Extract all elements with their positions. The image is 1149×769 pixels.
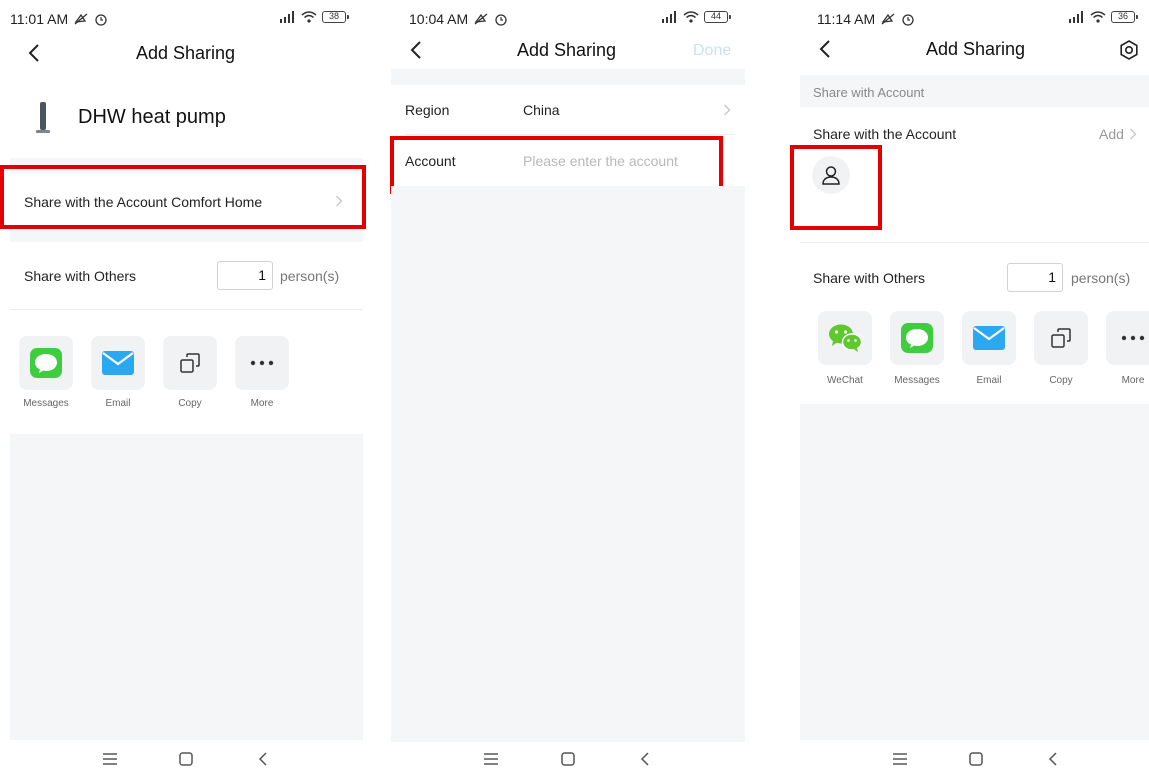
signal-icon <box>1069 11 1083 23</box>
add-account-button[interactable]: Add <box>1099 126 1137 142</box>
status-time-text: 11:14 AM <box>817 11 876 27</box>
share-copy-label: Copy <box>178 398 202 409</box>
share-more-label: More <box>250 398 274 409</box>
status-bar-time: 11:01 AM <box>10 11 108 27</box>
screen-add-sharing-account: 10:04 AM 44 Add Sharing Done Region Chin… <box>381 0 753 769</box>
chevron-right-icon <box>1129 128 1137 140</box>
status-time-text: 11:01 AM <box>10 11 69 27</box>
share-messages-label: Messages <box>23 398 69 409</box>
home-square-icon[interactable] <box>560 752 576 766</box>
divider <box>10 309 363 310</box>
share-messages-button[interactable] <box>890 311 944 365</box>
empty-content-area <box>800 404 1149 740</box>
status-time-text: 10:04 AM <box>409 11 469 27</box>
chevron-left-icon[interactable] <box>818 39 832 59</box>
section-header: Share with Account <box>800 75 1149 107</box>
heat-pump-device-icon <box>36 102 50 133</box>
battery-icon: 44 <box>704 11 731 23</box>
device-name: DHW heat pump <box>78 106 226 128</box>
person-count-unit: person(s) <box>280 268 340 284</box>
region-row[interactable]: Region China <box>391 85 745 133</box>
status-bar-right: 44 <box>660 11 731 23</box>
share-email-button[interactable] <box>91 336 145 390</box>
nav-back-icon[interactable] <box>257 752 269 766</box>
screen-add-sharing-shared: 11:14 AM 36 Add Sharing Share with Accou… <box>790 0 1149 769</box>
home-square-icon[interactable] <box>178 752 194 766</box>
status-bar-time: 11:14 AM <box>817 11 915 27</box>
share-more-button[interactable] <box>235 336 289 390</box>
person-count-input[interactable]: 1 <box>1007 263 1063 292</box>
share-account-label: Share with the Account <box>813 126 957 142</box>
share-more-button[interactable] <box>1106 311 1149 365</box>
home-square-icon[interactable] <box>968 752 984 766</box>
share-messages-button[interactable] <box>19 336 73 390</box>
alarm-icon <box>95 14 107 26</box>
menu-icon[interactable] <box>483 752 499 766</box>
share-more-label: More <box>1121 375 1145 386</box>
person-count-input[interactable]: 1 <box>217 261 273 290</box>
alarm-icon <box>495 14 507 26</box>
page-title: Add Sharing <box>136 43 236 63</box>
share-messages-label: Messages <box>894 375 940 386</box>
email-icon <box>973 326 1005 350</box>
gear-icon[interactable] <box>1118 39 1140 61</box>
empty-content-area <box>10 434 363 740</box>
nav-back-icon[interactable] <box>639 752 651 766</box>
share-email-label: Email <box>976 375 1002 386</box>
divider <box>405 134 735 135</box>
section-header-label: Share with Account <box>813 85 925 100</box>
copy-icon <box>180 353 200 373</box>
highlight-box <box>0 165 366 229</box>
mute-icon <box>881 13 895 25</box>
screen-add-sharing-device: 11:01 AM 38 Add Sharing DHW heat pump Sh… <box>0 0 372 769</box>
chevron-left-icon[interactable] <box>27 43 41 63</box>
add-label: Add <box>1099 126 1124 142</box>
battery-icon: 38 <box>322 11 349 23</box>
wifi-icon <box>301 11 317 23</box>
signal-icon <box>280 11 294 23</box>
page-title: Add Sharing <box>517 40 617 60</box>
share-copy-label: Copy <box>1049 375 1073 386</box>
more-dots-icon <box>1121 335 1145 341</box>
alarm-icon <box>902 14 914 26</box>
wifi-icon <box>683 11 699 23</box>
menu-icon[interactable] <box>892 752 908 766</box>
page-title: Add Sharing <box>926 39 1026 59</box>
wifi-icon <box>1090 11 1106 23</box>
messages-icon <box>901 323 933 353</box>
status-bar-right: 38 <box>278 11 349 23</box>
share-email-button[interactable] <box>962 311 1016 365</box>
status-bar-time: 10:04 AM <box>409 11 508 27</box>
region-label: Region <box>405 102 450 118</box>
mute-icon <box>474 13 488 25</box>
done-button[interactable]: Done <box>693 42 731 60</box>
share-copy-button[interactable] <box>163 336 217 390</box>
share-others-label: Share with Others <box>24 268 137 284</box>
region-value: China <box>523 102 560 118</box>
mute-icon <box>74 13 88 25</box>
menu-icon[interactable] <box>102 752 118 766</box>
copy-icon <box>1051 328 1071 348</box>
signal-icon <box>662 11 676 23</box>
nav-back-icon[interactable] <box>1047 752 1059 766</box>
divider <box>800 242 1149 243</box>
status-bar-right: 36 <box>1067 11 1138 23</box>
messages-icon <box>30 348 62 378</box>
empty-content-area <box>391 186 745 742</box>
chevron-left-icon[interactable] <box>409 40 423 60</box>
highlight-box <box>790 145 882 230</box>
share-wechat-button[interactable] <box>818 311 872 365</box>
share-others-label: Share with Others <box>813 270 926 286</box>
share-wechat-label: WeChat <box>827 375 863 386</box>
header-spacer <box>391 69 745 85</box>
person-count-unit: person(s) <box>1071 270 1131 286</box>
wechat-icon <box>829 324 863 352</box>
email-icon <box>102 351 134 375</box>
more-dots-icon <box>250 360 274 366</box>
share-email-label: Email <box>105 398 131 409</box>
share-copy-button[interactable] <box>1034 311 1088 365</box>
battery-icon: 36 <box>1111 11 1138 23</box>
chevron-right-icon <box>724 104 731 116</box>
